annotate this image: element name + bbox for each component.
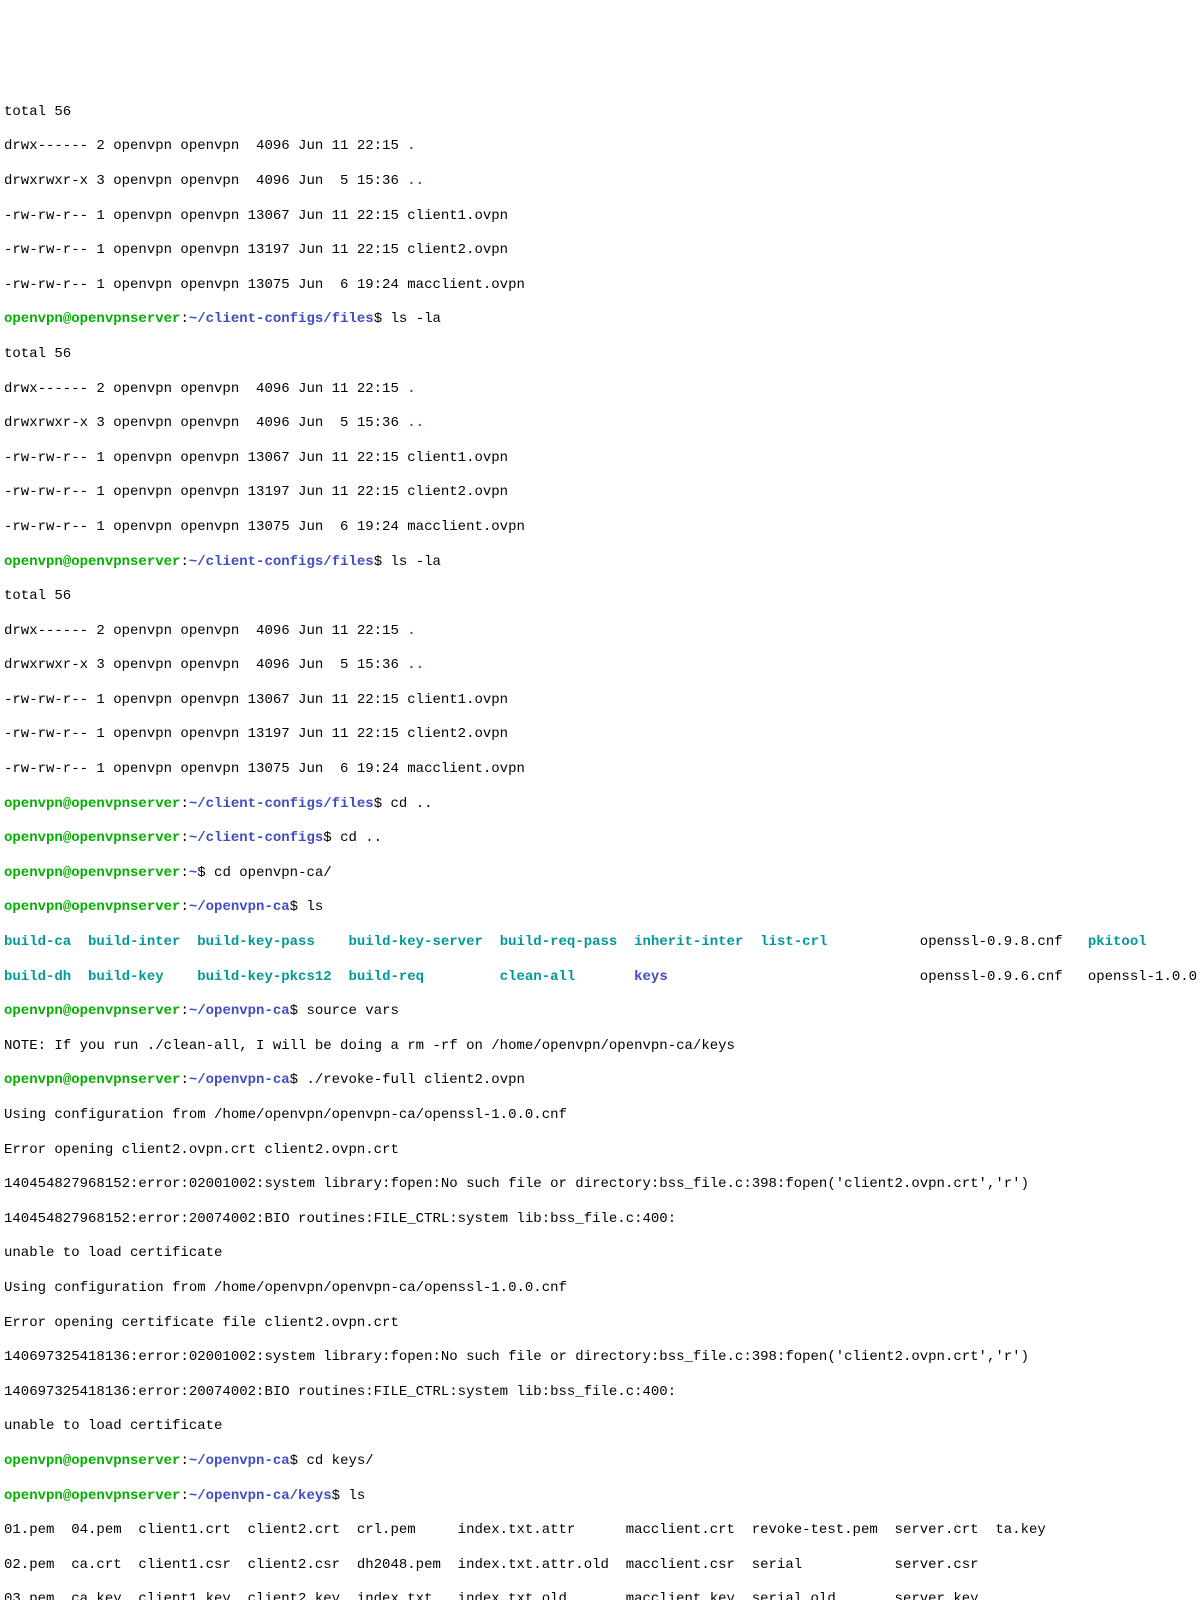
prompt-line[interactable]: openvpn@openvpnserver:~/client-configs$ … — [4, 830, 1196, 847]
ls-row: -rw-rw-r-- 1 openvpn openvpn 13075 Jun 6… — [4, 519, 1196, 536]
ls-row: -rw-rw-r-- 1 openvpn openvpn 13075 Jun 6… — [4, 277, 1196, 294]
keys-ls-row: 03.pem ca.key client1.key client2.key in… — [4, 1591, 1196, 1600]
ls-row: drwxrwxr-x 3 openvpn openvpn 4096 Jun 5 … — [4, 173, 1196, 190]
ls-row: drwxrwxr-x 3 openvpn openvpn 4096 Jun 5 … — [4, 415, 1196, 432]
revoke-output: Using configuration from /home/openvpn/o… — [4, 1107, 1196, 1124]
ls-row: -rw-rw-r-- 1 openvpn openvpn 13067 Jun 1… — [4, 692, 1196, 709]
ls-row: drwxrwxr-x 3 openvpn openvpn 4096 Jun 5 … — [4, 657, 1196, 674]
ca-ls-row: build-ca build-inter build-key-pass buil… — [4, 934, 1196, 951]
prompt-line[interactable]: openvpn@openvpnserver:~/openvpn-ca$ cd k… — [4, 1453, 1196, 1470]
prompt-line[interactable]: openvpn@openvpnserver:~/client-configs/f… — [4, 554, 1196, 571]
ls-row: -rw-rw-r-- 1 openvpn openvpn 13197 Jun 1… — [4, 484, 1196, 501]
revoke-output: Using configuration from /home/openvpn/o… — [4, 1280, 1196, 1297]
ls-row: -rw-rw-r-- 1 openvpn openvpn 13067 Jun 1… — [4, 450, 1196, 467]
prompt-line[interactable]: openvpn@openvpnserver:~/openvpn-ca$ ls — [4, 899, 1196, 916]
keys-ls-row: 02.pem ca.crt client1.csr client2.csr dh… — [4, 1557, 1196, 1574]
prompt-line[interactable]: openvpn@openvpnserver:~/client-configs/f… — [4, 796, 1196, 813]
revoke-output: 140697325418136:error:20074002:BIO routi… — [4, 1384, 1196, 1401]
ls-row: -rw-rw-r-- 1 openvpn openvpn 13197 Jun 1… — [4, 242, 1196, 259]
prompt-line[interactable]: openvpn@openvpnserver:~/openvpn-ca/keys$… — [4, 1488, 1196, 1505]
revoke-output: Error opening certificate file client2.o… — [4, 1315, 1196, 1332]
prompt-line[interactable]: openvpn@openvpnserver:~$ cd openvpn-ca/ — [4, 865, 1196, 882]
prompt-line[interactable]: openvpn@openvpnserver:~/client-configs/f… — [4, 311, 1196, 328]
note-line: NOTE: If you run ./clean-all, I will be … — [4, 1038, 1196, 1055]
revoke-output: 140454827968152:error:20074002:BIO routi… — [4, 1211, 1196, 1228]
ca-ls-row: build-dh build-key build-key-pkcs12 buil… — [4, 969, 1196, 986]
ls-row: drwx------ 2 openvpn openvpn 4096 Jun 11… — [4, 623, 1196, 640]
ls-row: drwx------ 2 openvpn openvpn 4096 Jun 11… — [4, 381, 1196, 398]
prompt-line[interactable]: openvpn@openvpnserver:~/openvpn-ca$ ./re… — [4, 1072, 1196, 1089]
prompt-line[interactable]: openvpn@openvpnserver:~/openvpn-ca$ sour… — [4, 1003, 1196, 1020]
ls-row: -rw-rw-r-- 1 openvpn openvpn 13197 Jun 1… — [4, 726, 1196, 743]
ls-row: drwx------ 2 openvpn openvpn 4096 Jun 11… — [4, 138, 1196, 155]
revoke-output: 140454827968152:error:02001002:system li… — [4, 1176, 1196, 1193]
ls-row: -rw-rw-r-- 1 openvpn openvpn 13075 Jun 6… — [4, 761, 1196, 778]
revoke-output: Error opening client2.ovpn.crt client2.o… — [4, 1142, 1196, 1159]
revoke-output: 140697325418136:error:02001002:system li… — [4, 1349, 1196, 1366]
revoke-output: unable to load certificate — [4, 1245, 1196, 1262]
revoke-output: unable to load certificate — [4, 1418, 1196, 1435]
ls-total: total 56 — [4, 104, 1196, 121]
keys-ls-row: 01.pem 04.pem client1.crt client2.crt cr… — [4, 1522, 1196, 1539]
ls-total: total 56 — [4, 588, 1196, 605]
terminal-output[interactable]: total 56 drwx------ 2 openvpn openvpn 40… — [0, 86, 1200, 1600]
ls-row: -rw-rw-r-- 1 openvpn openvpn 13067 Jun 1… — [4, 208, 1196, 225]
ls-total: total 56 — [4, 346, 1196, 363]
